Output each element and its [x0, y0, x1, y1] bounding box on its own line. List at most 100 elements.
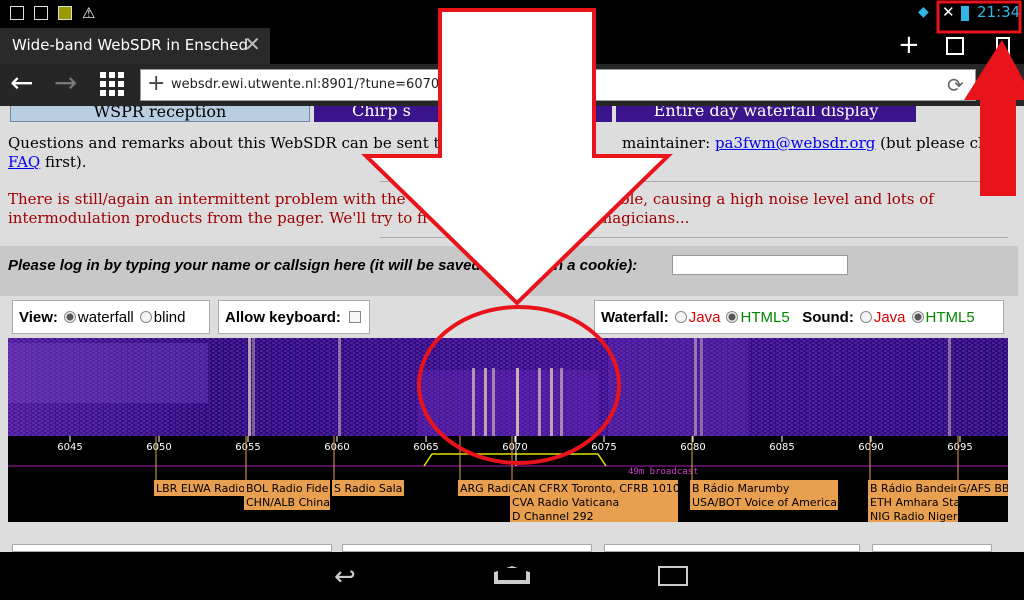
forward-icon[interactable]: →	[54, 66, 77, 99]
signal-trace	[538, 368, 541, 436]
scale-tick-label: 6085	[769, 442, 794, 453]
faq-link[interactable]: FAQ	[8, 153, 40, 171]
notice-line-1: There is still/again an intermittent pro…	[8, 190, 406, 208]
apps-grid-icon[interactable]	[100, 72, 124, 96]
scale-tick-label: 6050	[146, 442, 171, 453]
tab-websdr[interactable]: Wide-band WebSDR in Ensched ✕	[0, 28, 270, 64]
bottom-panel	[604, 544, 860, 552]
reload-icon[interactable]: ⟳	[947, 73, 964, 97]
scale-tick-label: 6075	[591, 442, 616, 453]
notice-line-2: intermodulation products from the pager.…	[8, 209, 428, 227]
bottom-panel	[872, 544, 992, 552]
station-name: LBR ELWA Radio	[156, 482, 245, 495]
signal-trace	[252, 338, 255, 436]
image-notification-icon	[10, 6, 24, 20]
bottom-panel	[342, 544, 592, 552]
sound-java-radio[interactable]	[859, 311, 872, 323]
scale-tick-label: 6045	[57, 442, 82, 453]
station-name: CVA Radio Vaticana	[512, 496, 619, 509]
web-page: WSPR reception Chirp s Entire day waterf…	[0, 106, 1024, 552]
station-name: D Channel 292	[512, 510, 594, 522]
scale-tick-label: 6060	[324, 442, 349, 453]
status-bar: ⚠ ◆ ✕ 21:34	[0, 0, 1024, 28]
station-name: BOL Radio Fide	[246, 482, 329, 495]
tab-close-icon[interactable]: ✕	[244, 32, 261, 56]
callsign-input[interactable]	[672, 255, 848, 275]
signal-trace	[484, 368, 487, 436]
allow-keyboard-checkbox[interactable]	[348, 311, 361, 323]
warning-icon: ⚠	[82, 4, 96, 22]
bottom-panel	[12, 544, 332, 552]
signal-trace	[948, 338, 951, 436]
station-name: S Radio Sala	[334, 482, 402, 495]
faq-line: FAQ first).	[8, 153, 87, 171]
signal-trace	[560, 368, 563, 436]
signal-trace	[338, 338, 341, 436]
station-name: CHN/ALB China	[246, 496, 330, 509]
station-name: G/AFS BBC	[958, 482, 1008, 495]
menu-icon[interactable]	[996, 37, 1010, 57]
camera-notification-icon	[34, 6, 48, 20]
keyboard-toggle: Allow keyboard:	[218, 300, 370, 334]
waterfall-java-radio[interactable]	[674, 311, 687, 323]
new-tab-button[interactable]: +	[898, 30, 920, 60]
tabs-overview-icon[interactable]	[946, 37, 964, 55]
wifi-icon: ◆	[918, 4, 929, 20]
tab-bar: Wide-band WebSDR in Ensched ✕ +	[0, 28, 1024, 64]
signal-trace	[694, 338, 697, 436]
recents-nav-icon[interactable]	[658, 566, 688, 586]
url-text: websdr.ewi.utwente.nl:8901/?tune=6070a	[171, 77, 448, 92]
scale-tick-label: 6070	[502, 442, 527, 453]
notice-line-1-right: ble, causing a high noise level and lots…	[620, 190, 934, 208]
login-bar: Please log in by typing your name or cal…	[0, 246, 1018, 296]
waterfall-display[interactable]	[8, 338, 1008, 436]
signal-trace	[472, 368, 475, 436]
url-input[interactable]: + websdr.ewi.utwente.nl:8901/?tune=6070a…	[140, 69, 976, 101]
navigation-bar: ↩	[0, 552, 1024, 600]
signal-trace	[248, 338, 251, 436]
waterfall-html5-radio[interactable]	[726, 311, 739, 323]
home-nav-icon[interactable]	[494, 566, 530, 584]
scale-tick-label: 6055	[235, 442, 260, 453]
sound-html5-radio[interactable]	[911, 311, 924, 323]
contact-line-right: maintainer: pa3fwm@websdr.org (but pleas…	[622, 134, 1015, 152]
station-name: NIG Radio Nigeri	[870, 510, 961, 522]
clock: 21:34	[977, 3, 1021, 21]
signal-trace	[492, 368, 495, 436]
view-waterfall-radio[interactable]	[63, 311, 76, 323]
divider	[380, 237, 1008, 238]
app-notification-icon	[58, 6, 72, 20]
contact-line: Questions and remarks about this WebSDR …	[8, 134, 449, 152]
scale-tick-label: 6065	[413, 442, 438, 453]
station-name: ETH Amhara Sta	[870, 496, 960, 509]
tab-title: Wide-band WebSDR in Ensched	[12, 36, 249, 54]
signal-trace	[700, 338, 703, 436]
view-blind-radio[interactable]	[139, 311, 152, 323]
station-name: ARG Radi	[460, 482, 511, 495]
back-icon[interactable]: ←	[10, 66, 33, 99]
signal-trace	[516, 368, 519, 436]
scale-tick-label: 6090	[858, 442, 883, 453]
signal-trace	[550, 368, 553, 436]
url-toolbar: ← → + websdr.ewi.utwente.nl:8901/?tune=6…	[0, 64, 1024, 106]
back-nav-icon[interactable]: ↩	[334, 562, 356, 592]
login-prompt: Please log in by typing your name or cal…	[8, 257, 481, 274]
signal-off-icon: ✕	[942, 3, 955, 21]
view-selector: View: waterfall blind	[12, 300, 210, 334]
login-prompt-end: its in a cookie):	[528, 257, 638, 274]
station-name: B Rádio Marumby	[692, 482, 790, 495]
band-label: 49m broadcast	[628, 467, 698, 477]
divider	[380, 181, 1008, 182]
scale-tick-label: 6095	[947, 442, 972, 453]
wspr-banner[interactable]: WSPR reception	[10, 106, 310, 122]
email-link[interactable]: pa3fwm@websdr.org	[715, 134, 875, 152]
engine-selector: Waterfall: Java HTML5 Sound: Java HTML5	[594, 300, 1004, 334]
scale-tick-label: 6080	[680, 442, 705, 453]
chirp-banner[interactable]: Chirp s	[314, 106, 612, 122]
battery-icon	[961, 6, 969, 21]
frequency-scale[interactable]: 6045 6050 6055 6060 6065 6070 6075 6080 6085 6090…	[8, 436, 1008, 522]
notice-line-2-right: magicians...	[598, 209, 690, 227]
add-bookmark-icon[interactable]: +	[147, 71, 165, 96]
day-waterfall-banner[interactable]: Entire day waterfall display	[616, 106, 916, 122]
station-name: CAN CFRX Toronto, CFRB 1010	[512, 482, 680, 495]
